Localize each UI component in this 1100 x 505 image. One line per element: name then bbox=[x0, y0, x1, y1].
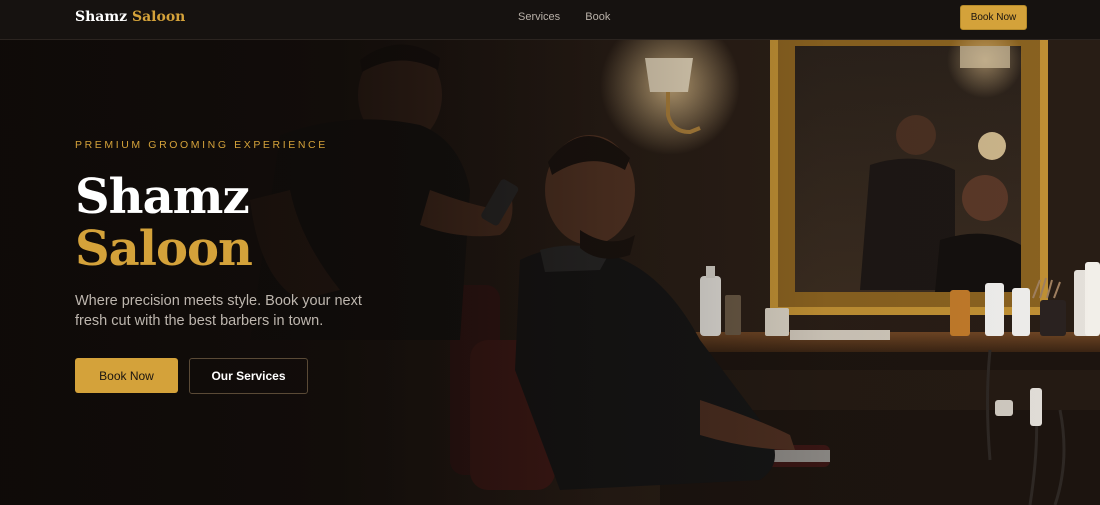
hero-title: Shamz Saloon bbox=[75, 171, 395, 275]
nav-links: Services Book bbox=[518, 11, 632, 23]
brand-name-first: Shamz bbox=[75, 9, 128, 25]
hero-book-now-button[interactable]: Book Now bbox=[75, 358, 178, 393]
hero-actions: Book Now Our Services bbox=[75, 358, 395, 394]
nav-link-book[interactable]: Book bbox=[585, 11, 610, 23]
hero-eyebrow: PREMIUM GROOMING EXPERIENCE bbox=[75, 139, 328, 151]
hero-title-line1: Shamz bbox=[75, 169, 250, 225]
nav-link-services[interactable]: Services bbox=[518, 11, 560, 23]
nav-book-now-button[interactable]: Book Now bbox=[960, 5, 1027, 30]
hero-title-line2: Saloon bbox=[75, 221, 253, 277]
brand-name-second: Saloon bbox=[132, 9, 186, 25]
brand-logo[interactable]: Shamz Saloon bbox=[75, 9, 185, 25]
top-navbar: Shamz Saloon Services Book Book Now bbox=[0, 0, 1100, 40]
hero-section: PREMIUM GROOMING EXPERIENCE Shamz Saloon… bbox=[75, 139, 395, 394]
hero-our-services-button[interactable]: Our Services bbox=[189, 358, 308, 394]
hero-tagline: Where precision meets style. Book your n… bbox=[75, 293, 362, 329]
